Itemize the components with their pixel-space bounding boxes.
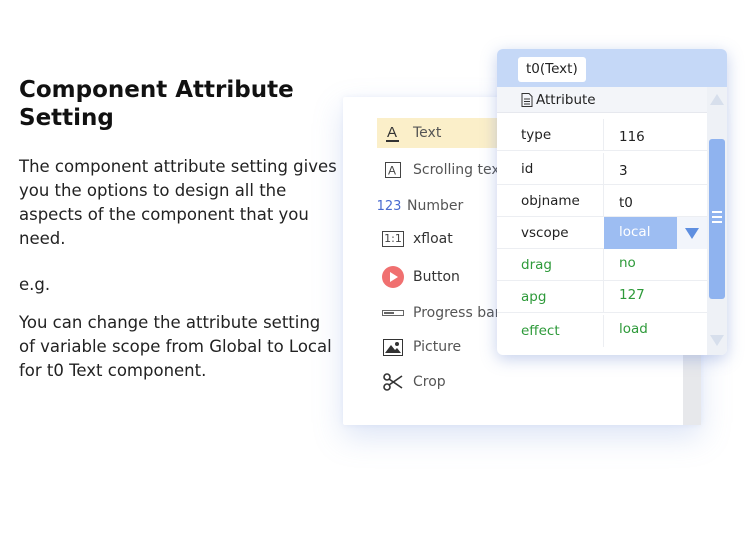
column-divider xyxy=(603,185,604,216)
svg-text:A: A xyxy=(387,124,397,141)
attribute-scrollbar[interactable] xyxy=(707,87,727,355)
attribute-panel-header: t0(Text) xyxy=(497,49,727,87)
attribute-row-objname[interactable]: objname t0 xyxy=(497,185,707,217)
description-text: The component attribute setting gives yo… xyxy=(19,157,337,248)
attribute-key: objname xyxy=(521,193,580,209)
tab-t0-text[interactable]: t0(Text) xyxy=(518,57,586,82)
attribute-row-type[interactable]: type 116 xyxy=(497,119,707,151)
component-label: Button xyxy=(413,269,460,285)
attribute-row-drag[interactable]: drag no xyxy=(497,249,707,281)
component-label: Picture xyxy=(413,339,462,355)
progress-bar-icon xyxy=(382,302,404,324)
dropdown-arrow-icon[interactable] xyxy=(677,217,707,249)
component-label: Progress bar xyxy=(413,305,501,321)
scrolling-text-icon: A xyxy=(382,159,404,181)
attribute-value: no xyxy=(619,255,636,271)
text-a-icon: A xyxy=(382,122,404,144)
svg-text:A: A xyxy=(388,164,396,178)
scrollbar-thumb[interactable] xyxy=(709,139,725,299)
attribute-key: vscope xyxy=(521,225,569,241)
example-label: e.g. xyxy=(19,275,51,294)
grip-icon xyxy=(712,211,722,226)
component-label: xfloat xyxy=(413,231,453,247)
attribute-key: id xyxy=(521,161,534,177)
attribute-key: drag xyxy=(521,257,552,273)
attribute-row-apg[interactable]: apg 127 xyxy=(497,281,707,313)
attribute-panel: t0(Text) Attribute type 116 id 3 objname… xyxy=(497,49,727,355)
picture-icon xyxy=(382,336,404,358)
column-divider xyxy=(603,153,604,184)
attribute-value: load xyxy=(619,321,648,337)
vscope-select[interactable]: local xyxy=(604,217,707,249)
vscope-selected-value: local xyxy=(619,224,651,240)
attribute-value: 127 xyxy=(619,287,645,303)
attribute-key: apg xyxy=(521,289,547,305)
xfloat-icon: 1:1 xyxy=(382,228,404,250)
attribute-value: 3 xyxy=(619,163,628,179)
scroll-up-arrow-icon[interactable] xyxy=(710,94,724,105)
attribute-row-effect[interactable]: effect load xyxy=(497,315,707,347)
column-divider xyxy=(603,119,604,150)
note-text: You can change the attribute setting of … xyxy=(19,313,332,380)
component-item-crop[interactable]: Crop xyxy=(377,367,677,397)
attribute-section-label: Attribute xyxy=(536,91,596,108)
attribute-key: type xyxy=(521,127,552,143)
attribute-row-id[interactable]: id 3 xyxy=(497,153,707,185)
xfloat-glyph: 1:1 xyxy=(382,231,404,247)
component-label: Scrolling text xyxy=(413,162,506,178)
component-label: Number xyxy=(407,198,464,214)
component-label: Crop xyxy=(413,374,446,390)
column-divider xyxy=(603,315,604,347)
scissors-icon xyxy=(382,371,404,393)
attribute-key: effect xyxy=(521,323,560,339)
component-label: Text xyxy=(413,125,442,141)
page-heading: Component Attribute Setting xyxy=(19,77,294,131)
attribute-value: t0 xyxy=(619,195,633,211)
attribute-section-header: Attribute xyxy=(497,87,707,113)
number-123-icon: 123 xyxy=(376,198,402,214)
document-icon xyxy=(521,92,533,107)
scroll-down-arrow-icon[interactable] xyxy=(710,335,724,346)
attribute-row-vscope[interactable]: vscope local xyxy=(497,217,707,249)
column-divider xyxy=(603,281,604,312)
play-button-icon xyxy=(382,266,404,288)
column-divider xyxy=(603,249,604,280)
attribute-value: 116 xyxy=(619,129,645,145)
